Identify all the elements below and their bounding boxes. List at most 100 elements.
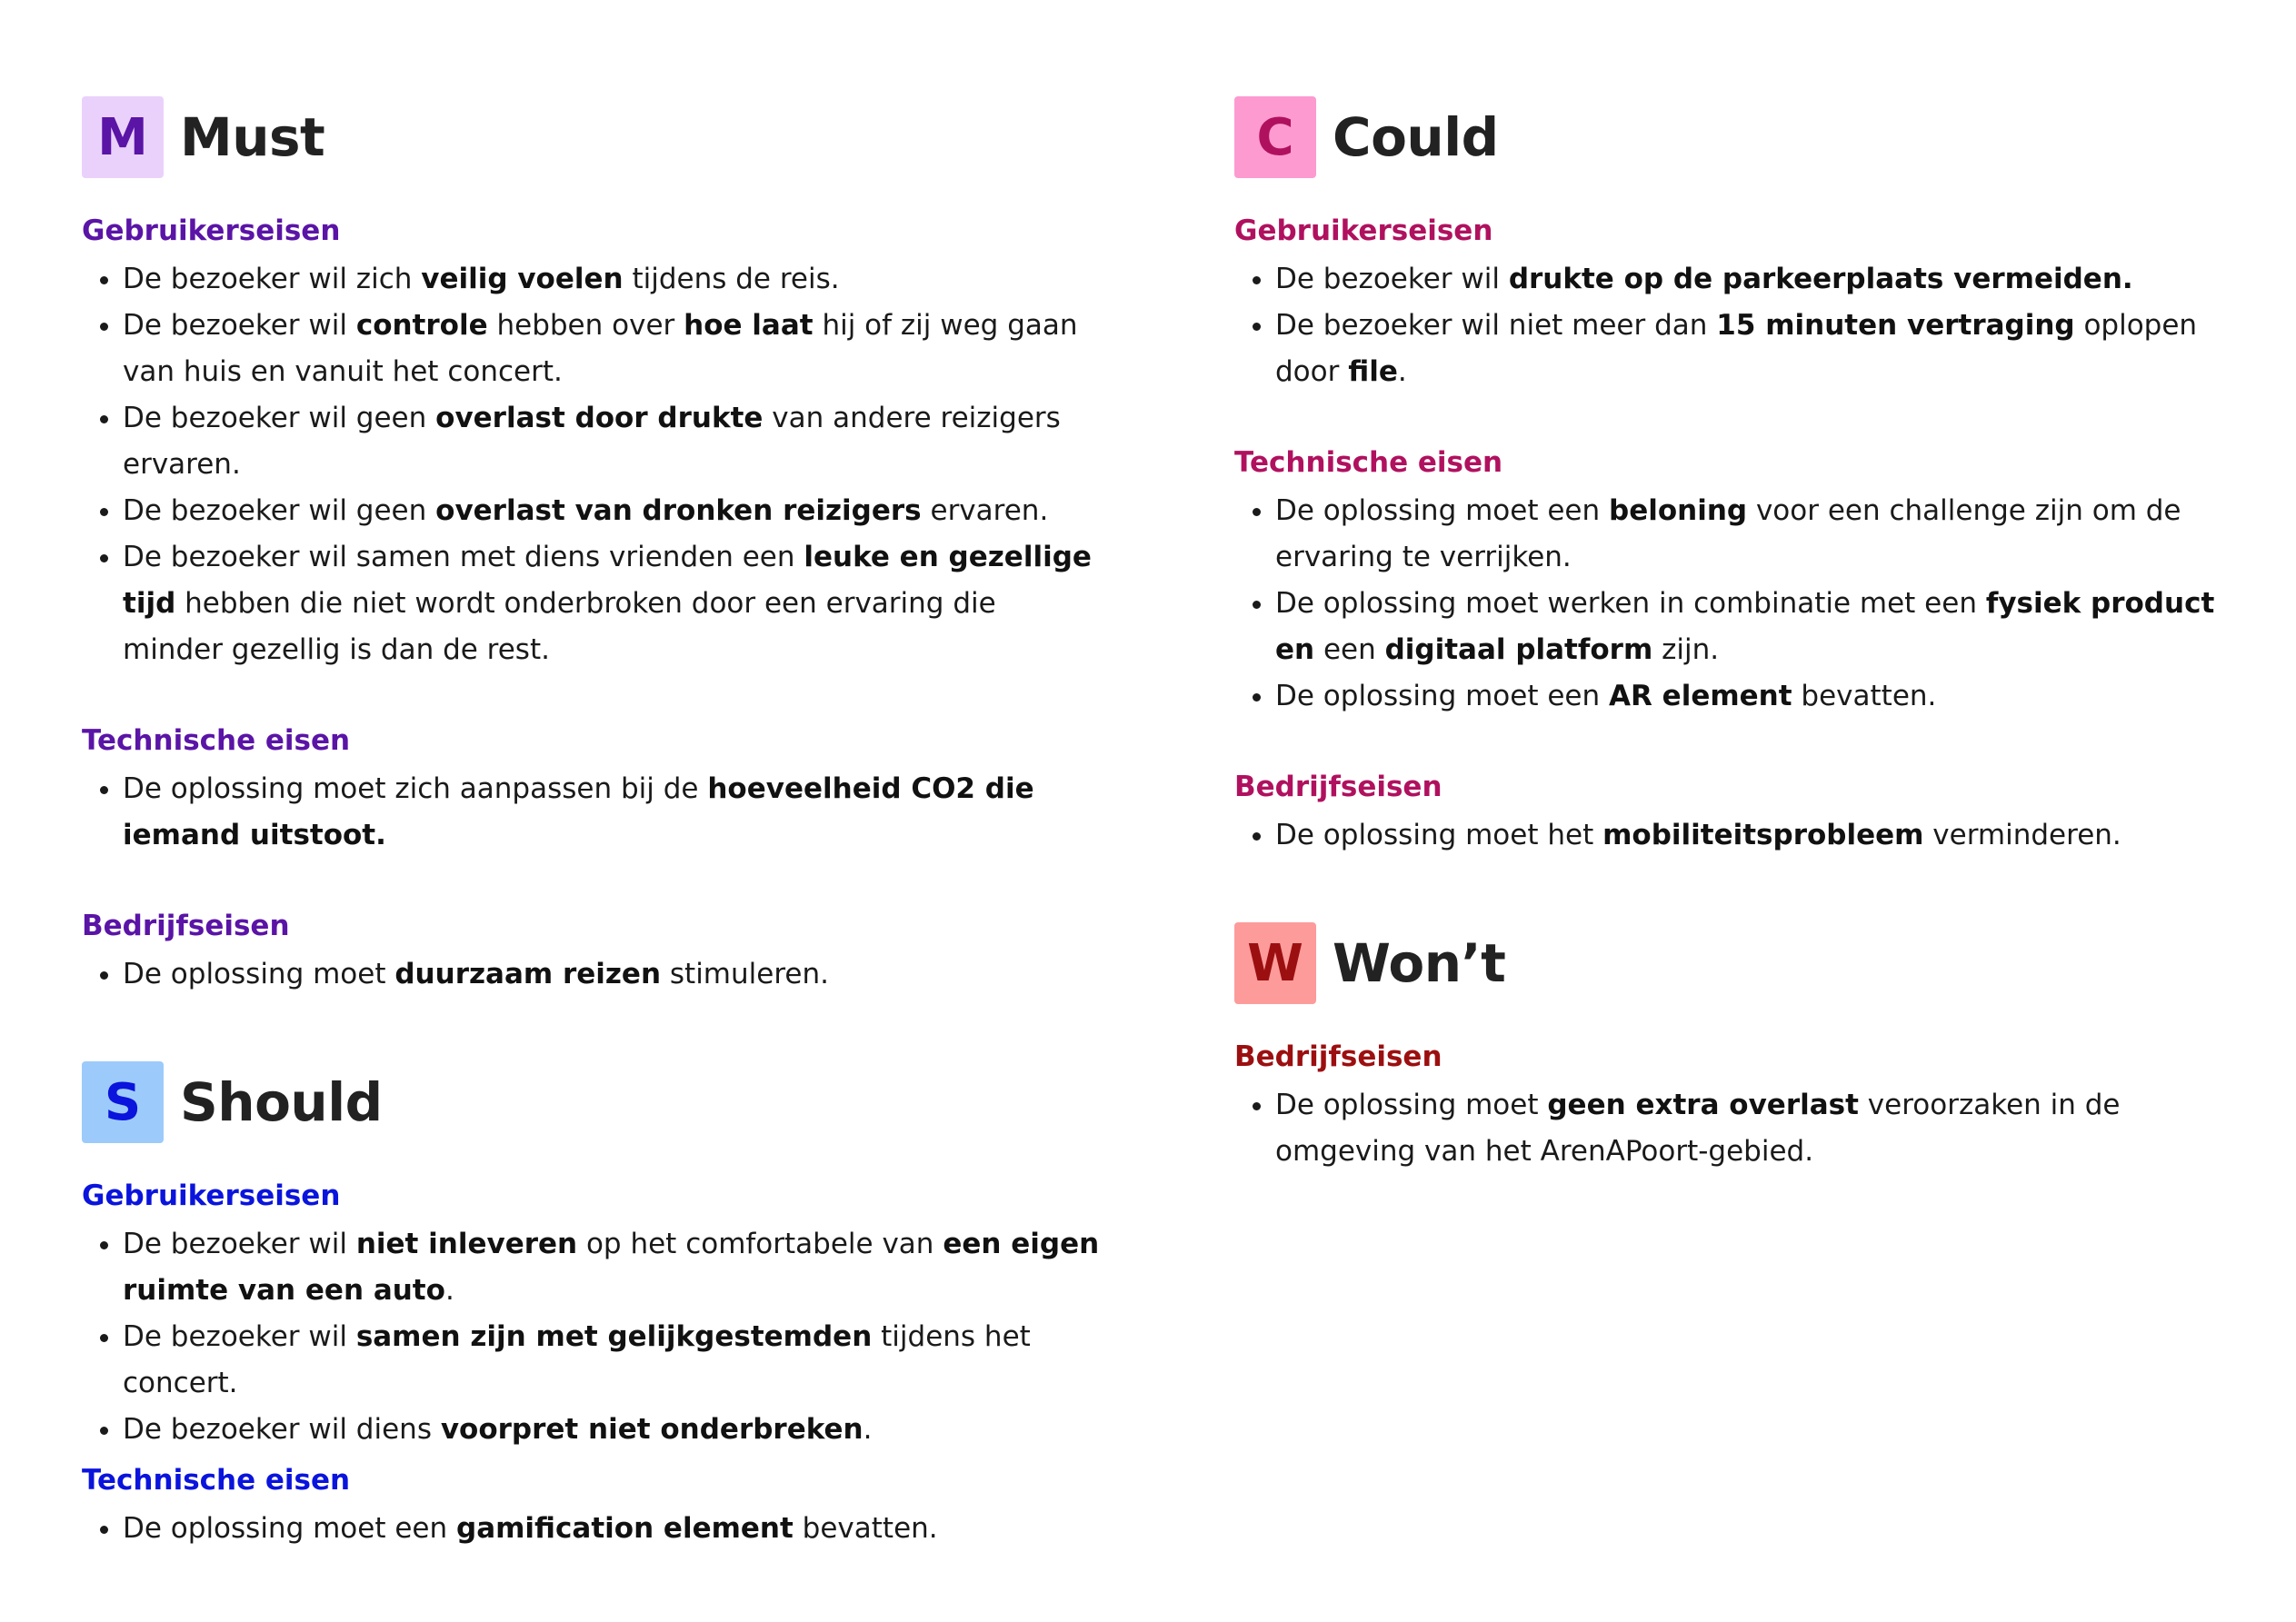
group-heading: Bedrijfseisen [1234,1040,1442,1073]
requirement-text: De bezoeker wil geen [123,402,436,434]
should-group-technische-eisen: Technische eisen De oplossing moet een ga… [82,1460,1100,1552]
could-letter-badge: C [1234,96,1316,178]
category-must: M Must Gebruikerseisen De bezoeker wil zich… [82,96,1100,998]
emphasis-text: geen extra overlast [1547,1089,1859,1121]
requirement-item: De oplossing moet geen extra overlast ve… [1275,1082,2252,1175]
emphasis-text: drukte op de parkeerplaats vermeiden. [1508,263,2133,295]
requirement-text: De bezoeker wil geen [123,494,436,527]
requirement-list: De oplossing moet zich aanpassen bij de … [82,766,1100,859]
should-letter-badge: S [82,1061,164,1143]
requirement-text: De oplossing moet een [123,1512,457,1545]
requirement-text: De bezoeker wil [123,1228,356,1260]
requirement-text: op het comfortabele van [577,1228,943,1260]
could-header: C Could [1234,96,2252,178]
wont-group-bedrijfseisen: Bedrijfseisen De oplossing moet geen extr… [1234,1037,2252,1175]
requirement-text: De bezoeker wil [123,309,356,342]
wont-title: Won’t [1333,932,1506,994]
requirement-list: De oplossing moet duurzaam reizen stimul… [82,951,1100,998]
group-heading: Bedrijfseisen [82,910,290,942]
emphasis-text: beloning [1609,494,1748,527]
requirement-text: stimuleren. [661,958,829,990]
requirement-text: hebben die niet wordt onderbroken door e… [123,587,996,666]
requirement-text: . [863,1413,873,1446]
could-group-gebruikerseisen: Gebruikerseisen De bezoeker wil drukte op… [1234,211,2252,395]
requirement-text: De oplossing moet [1275,1089,1548,1121]
requirement-item: De bezoeker wil diens voorpret niet onde… [123,1407,1100,1453]
requirement-list: De oplossing moet geen extra overlast ve… [1234,1082,2252,1175]
group-heading: Technische eisen [82,724,351,757]
group-heading: Gebruikerseisen [82,214,341,247]
requirement-item: De bezoeker wil controle hebben over hoe… [123,303,1100,395]
requirement-item: De oplossing moet het mobiliteitsproblee… [1275,812,2252,859]
group-heading: Gebruikerseisen [82,1179,341,1212]
requirement-item: De oplossing moet een AR element bevatte… [1275,673,2252,720]
requirement-item: De oplossing moet zich aanpassen bij de … [123,766,1100,859]
requirement-text: De bezoeker wil zich [123,263,422,295]
requirement-item: De oplossing moet werken in combinatie m… [1275,581,2252,673]
requirement-text: . [444,1274,454,1307]
requirement-item: De oplossing moet duurzaam reizen stimul… [123,951,1100,998]
emphasis-text: duurzaam reizen [394,958,662,990]
must-letter-badge: M [82,96,164,178]
emphasis-text: samen zijn met gelijkgestemden [355,1320,873,1353]
requirement-list: De bezoeker wil zich veilig voelen tijde… [82,256,1100,673]
requirement-text: De oplossing moet zich aanpassen bij de [123,772,708,805]
requirement-item: De oplossing moet een beloning voor een … [1275,488,2252,581]
requirement-list: De oplossing moet het mobiliteitsproblee… [1234,812,2252,859]
group-heading: Gebruikerseisen [1234,214,1493,247]
requirement-text: zijn. [1652,633,1720,666]
emphasis-text: hoe laat [684,309,814,342]
requirement-item: De bezoeker wil samen zijn met gelijkges… [123,1314,1100,1407]
should-header: S Should [82,1061,1100,1143]
group-heading: Bedrijfseisen [1234,771,1442,803]
wont-letter-badge: W [1234,922,1316,1004]
must-header: M Must [82,96,1100,178]
requirement-text: De bezoeker wil [123,1320,356,1353]
requirement-text: De oplossing moet [123,958,395,990]
requirement-text: verminderen. [1923,819,2121,851]
emphasis-text: veilig voelen [421,263,624,295]
requirement-text: De oplossing moet het [1275,819,1603,851]
should-group-gebruikerseisen: Gebruikerseisen De bezoeker wil niet inle… [82,1176,1100,1453]
requirement-text: ervaren. [921,494,1049,527]
requirement-text: . [1397,355,1407,388]
requirement-list: De bezoeker wil niet inleveren op het co… [82,1221,1100,1453]
must-group-bedrijfseisen: Bedrijfseisen De oplossing moet duurzaam … [82,906,1100,998]
could-group-bedrijfseisen: Bedrijfseisen De oplossing moet het mobil… [1234,767,2252,859]
requirement-text: hebben over [487,309,684,342]
right-column: C Could Gebruikerseisen De bezoeker wil dru… [1234,96,2252,1239]
requirement-item: De bezoeker wil drukte op de parkeerplaa… [1275,256,2252,303]
emphasis-text: digitaal platform [1384,633,1653,666]
requirement-item: De bezoeker wil niet inleveren op het co… [123,1221,1100,1314]
must-title: Must [180,106,325,168]
requirement-text: De bezoeker wil samen met diens vrienden… [123,541,804,573]
requirement-text: De oplossing moet een [1275,680,1610,712]
emphasis-text: overlast door drukte [435,402,764,434]
emphasis-text: niet inleveren [355,1228,578,1260]
emphasis-text: mobiliteitsprobleem [1602,819,1924,851]
requirement-text: een [1314,633,1385,666]
must-group-gebruikerseisen: Gebruikerseisen De bezoeker wil zich veil… [82,211,1100,673]
requirement-text: De bezoeker wil diens [123,1413,441,1446]
requirement-list: De bezoeker wil drukte op de parkeerplaa… [1234,256,2252,395]
requirement-text: bevatten. [793,1512,938,1545]
should-title: Should [180,1071,383,1133]
requirement-list: De oplossing moet een gamification eleme… [82,1506,1100,1552]
emphasis-text: gamification element [456,1512,794,1545]
requirement-text: tijdens de reis. [623,263,840,295]
requirement-item: De bezoeker wil samen met diens vrienden… [123,534,1100,673]
requirement-text: De bezoeker wil niet meer dan [1275,309,1717,342]
requirement-text: De oplossing moet een [1275,494,1610,527]
requirement-item: De bezoeker wil niet meer dan 15 minuten… [1275,303,2252,395]
could-group-technische-eisen: Technische eisen De oplossing moet een be… [1234,443,2252,720]
requirement-text: bevatten. [1792,680,1937,712]
emphasis-text: AR element [1609,680,1792,712]
requirement-item: De bezoeker wil geen overlast door drukt… [123,395,1100,488]
category-wont: W Won’t Bedrijfseisen De oplossing moet gee… [1234,922,2252,1175]
category-could: C Could Gebruikerseisen De bezoeker wil dru… [1234,96,2252,859]
requirement-item: De oplossing moet een gamification eleme… [123,1506,1100,1552]
could-title: Could [1333,106,1499,168]
emphasis-text: overlast van dronken reizigers [435,494,922,527]
emphasis-text: voorpret niet onderbreken [440,1413,863,1446]
requirement-text: De bezoeker wil [1275,263,1509,295]
